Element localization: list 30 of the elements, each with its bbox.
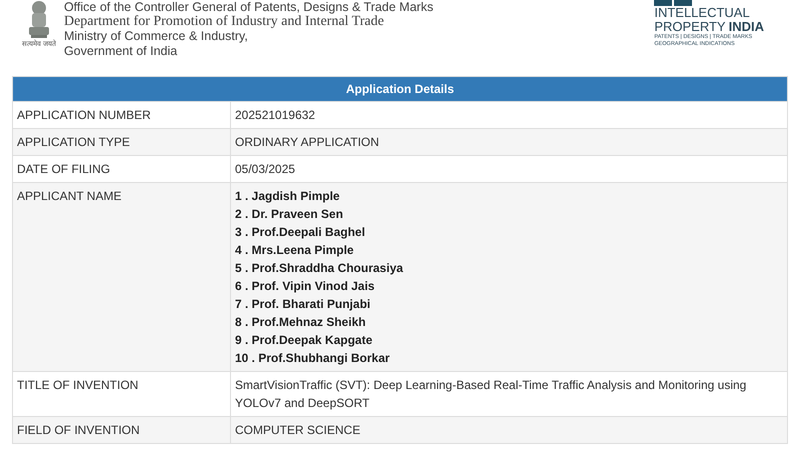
logo-text: INDIA bbox=[728, 20, 764, 34]
logo-text: PROPERTY bbox=[654, 20, 726, 34]
field-label: APPLICATION TYPE bbox=[17, 135, 130, 149]
logo-text: INTELLECTUAL bbox=[654, 6, 751, 20]
field-label: APPLICATION NUMBER bbox=[17, 108, 151, 122]
applicant-name: 4 . Mrs.Leena Pimple bbox=[235, 242, 355, 259]
applicant-name: 2 . Dr. Praveen Sen bbox=[235, 206, 344, 223]
applicant-name: 6 . Prof. Vipin Vinod Jais bbox=[235, 278, 376, 295]
logo-blocks-icon bbox=[654, 0, 694, 6]
field-value: 05/03/2025 bbox=[235, 162, 296, 176]
field-label: TITLE OF INVENTION bbox=[17, 378, 138, 392]
applicant-name: 10 . Prof.Shubhangi Borkar bbox=[235, 350, 391, 367]
applicant-name: 7 . Prof. Bharati Punjabi bbox=[235, 296, 372, 313]
field-label: DATE OF FILING bbox=[17, 162, 110, 176]
field-label: APPLICANT NAME bbox=[17, 189, 122, 203]
header-line: Government of India bbox=[64, 44, 178, 58]
applicant-name: 9 . Prof.Deepak Kapgate bbox=[235, 332, 374, 349]
header-line: Department for Promotion of Industry and Internal Trade bbox=[64, 14, 385, 29]
applicant-name: 1 . Jagdish Pimple bbox=[235, 188, 341, 205]
applicant-name: 8 . Prof.Mehnaz Sheikh bbox=[235, 314, 367, 331]
field-value: ORDINARY APPLICATION bbox=[235, 135, 380, 149]
field-value: SmartVisionTraffic (SVT): Deep Learning-Based Real-Time Traffic Analysis and Monitoring using YOLOv7 and DeepSORT bbox=[235, 378, 746, 410]
header-line: Office of the Controller General of Patents, Designs & Trade Marks bbox=[64, 0, 434, 14]
field-label: FIELD OF INVENTION bbox=[17, 423, 140, 437]
field-value: COMPUTER SCIENCE bbox=[235, 423, 360, 437]
table-title: Application Details bbox=[346, 81, 454, 98]
applicant-name: 3 . Prof.Deepali Baghel bbox=[235, 224, 366, 241]
header-line: Ministry of Commerce & Industry, bbox=[64, 29, 249, 44]
field-value: 202521019632 bbox=[235, 108, 316, 122]
applicant-name: 5 . Prof.Shraddha Chourasiya bbox=[235, 260, 404, 277]
